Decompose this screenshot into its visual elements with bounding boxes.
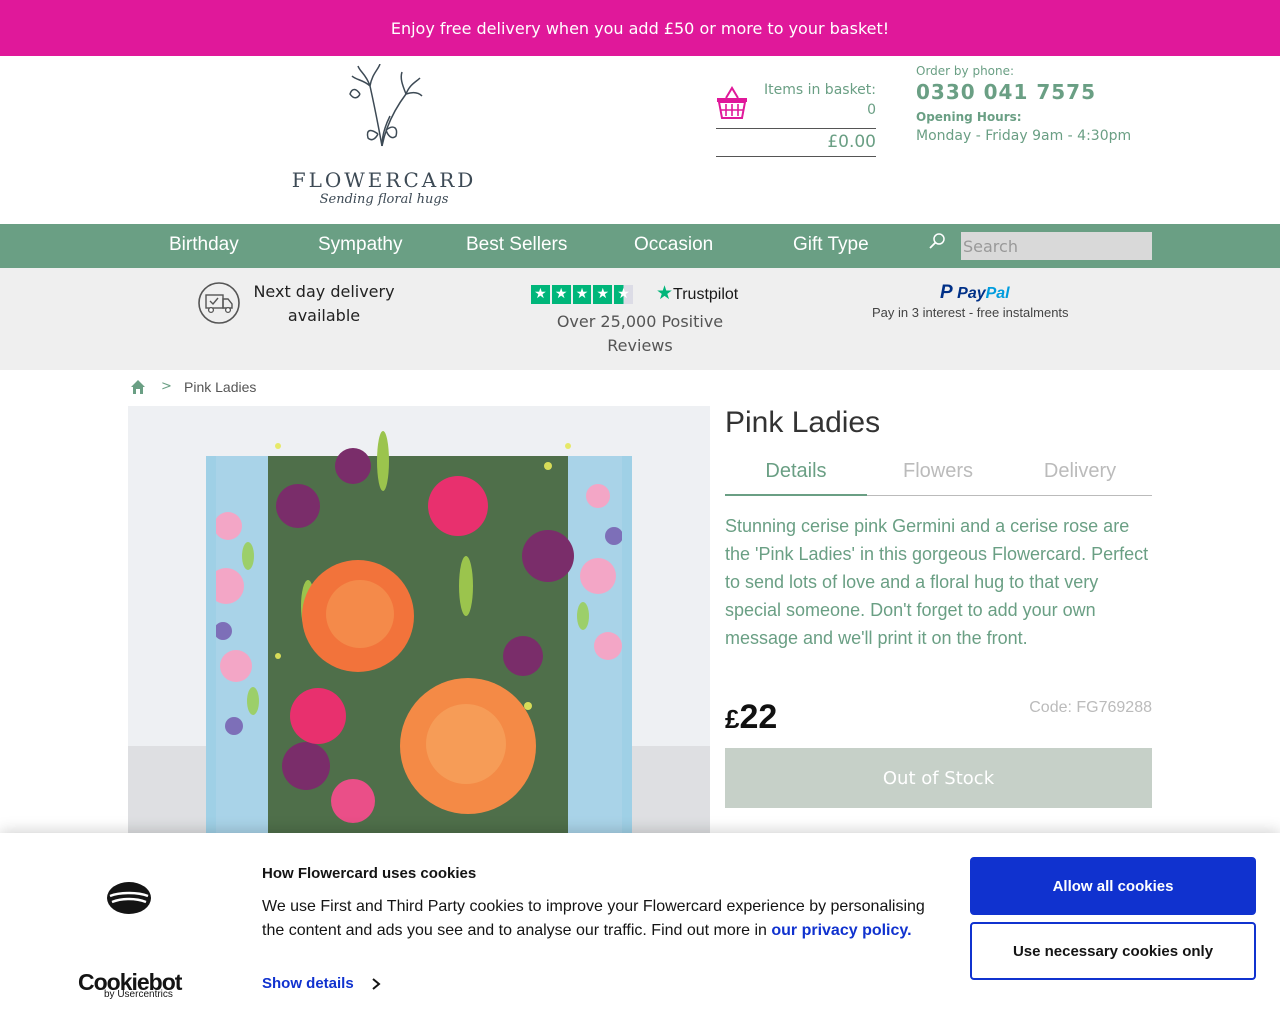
tab-details[interactable]: Details <box>725 460 867 496</box>
basket-label: Items in basket: <box>763 82 876 98</box>
flower-logo-icon <box>349 64 423 147</box>
star-icon: ★ <box>572 285 592 304</box>
usp-strip: Next day delivery available ★ ★ ★ ★ ★ ★T… <box>0 268 1280 370</box>
trustpilot-stars: ★ ★ ★ ★ ★ <box>531 285 633 304</box>
nav-item-sympathy[interactable]: Sympathy <box>318 234 402 256</box>
product-description: Stunning cerise pink Germini and a ceris… <box>725 516 1149 648</box>
chevron-right-icon[interactable] <box>370 977 382 991</box>
paypal-logo: P PayPal <box>940 282 1010 303</box>
product-title: Pink Ladies <box>725 406 881 439</box>
trustpilot-logo[interactable]: ★Trustpilot <box>656 282 738 305</box>
next-day-delivery-text: Next day delivery available <box>253 282 395 325</box>
cookiebot-icon <box>107 882 151 914</box>
show-details-link[interactable]: Show details <box>262 975 354 992</box>
promo-bar: Enjoy free delivery when you add £50 or … <box>0 0 1280 56</box>
brand-wordmark: FLOWERCARD <box>291 168 477 192</box>
tab-flowers[interactable]: Flowers <box>867 460 1009 483</box>
price-amount: 22 <box>739 698 778 736</box>
basket-total: £0.00 <box>827 132 876 152</box>
half-star-icon: ★ <box>614 285 633 304</box>
nav-item-birthday[interactable]: Birthday <box>169 234 239 256</box>
trustpilot-star-icon: ★ <box>656 283 674 304</box>
opening-hours: Monday - Friday 9am - 4:30pm <box>916 128 1132 144</box>
contact-info: Order by phone: 0330 041 7575 Opening Ho… <box>916 64 1176 144</box>
chevron-right-icon: > <box>161 379 172 394</box>
phone-number[interactable]: 0330 041 7575 <box>916 80 1176 104</box>
price-currency: £ <box>725 704 740 734</box>
nav-item-best-sellers[interactable]: Best Sellers <box>466 234 567 256</box>
brand-logo[interactable]: FLOWERCARD Sending floral hugs <box>286 64 482 214</box>
basket-count: 0 <box>867 102 876 118</box>
basket-divider <box>716 156 876 157</box>
nav-item-gift-type[interactable]: Gift Type <box>793 234 869 256</box>
paypal-p-icon: P <box>940 282 953 303</box>
product-photo <box>128 406 710 834</box>
reviews-text: Over 25,000 Positive Reviews <box>556 312 724 355</box>
basket-summary[interactable]: Items in basket: 0 £0.00 <box>716 80 876 158</box>
nav-item-occasion[interactable]: Occasion <box>634 234 713 256</box>
order-by-phone-label: Order by phone: <box>916 64 1015 78</box>
product-code: Code: FG769288 <box>1029 699 1152 716</box>
out-of-stock-button[interactable]: Out of Stock <box>725 748 1152 808</box>
allow-all-cookies-button[interactable]: Allow all cookies <box>970 857 1256 915</box>
cookie-banner: Cookiebot by Usercentrics How Flowercard… <box>0 833 1280 1024</box>
breadcrumb-current: Pink Ladies <box>184 379 257 395</box>
product-tabs: Details Flowers Delivery <box>725 456 1152 496</box>
search-input[interactable] <box>961 232 1152 260</box>
main-nav: Birthday Sympathy Best Sellers Occasion … <box>0 224 1280 268</box>
paypal-instalments-text: Pay in 3 interest - free instalments <box>872 305 1069 320</box>
promo-text: Enjoy free delivery when you add £50 or … <box>390 18 890 38</box>
basket-divider <box>716 128 876 129</box>
product-image[interactable] <box>128 406 710 834</box>
brand-tagline: Sending floral hugs <box>319 192 449 207</box>
star-icon: ★ <box>551 285 571 304</box>
privacy-policy-link[interactable]: our privacy policy. <box>771 922 911 939</box>
cookie-text: We use First and Third Party cookies to … <box>262 898 925 939</box>
tab-delivery[interactable]: Delivery <box>1009 460 1151 483</box>
product-price: £22 <box>725 698 777 737</box>
search-icon[interactable] <box>928 232 946 250</box>
necessary-cookies-button[interactable]: Use necessary cookies only <box>970 922 1256 980</box>
basket-icon <box>717 86 747 119</box>
delivery-van-icon <box>198 282 240 324</box>
cookie-title: How Flowercard uses cookies <box>262 865 477 882</box>
home-icon[interactable] <box>130 379 146 395</box>
site-header: FLOWERCARD Sending floral hugs Items in … <box>0 56 1280 224</box>
cookiebot-logo-sub: by Usercentrics <box>104 989 173 1000</box>
star-icon: ★ <box>531 285 550 304</box>
opening-hours-label: Opening Hours: <box>916 110 1022 124</box>
star-icon: ★ <box>593 285 613 304</box>
